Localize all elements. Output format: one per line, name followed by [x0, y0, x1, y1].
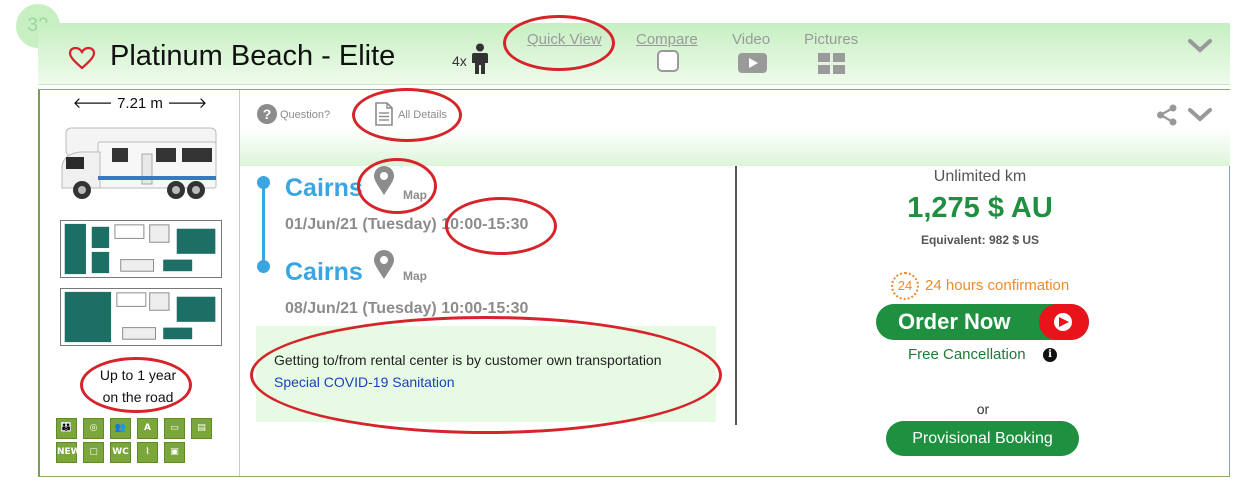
trip-timeline — [262, 182, 265, 268]
share-icon[interactable] — [1156, 104, 1178, 126]
tab-compare[interactable]: Compare — [636, 31, 698, 48]
chevron-down-icon[interactable] — [1188, 39, 1212, 53]
compare-checkbox-icon[interactable] — [657, 50, 679, 72]
occupancy-count: 4x — [452, 53, 467, 69]
question-link[interactable]: Question? — [280, 109, 330, 121]
pickup-date: 01/Jun/21 (Tuesday) — [285, 216, 437, 233]
tab-video-label: Video — [732, 31, 771, 48]
listing-title: Platinum Beach - Elite — [110, 40, 396, 72]
listing-header: Platinum Beach - Elite 4x Quick View Com… — [38, 23, 1230, 85]
confirmation-clock-icon: 24 — [891, 272, 919, 300]
confirmation-text: 24 hours confirmation — [925, 277, 1070, 294]
pickup-city: Cairns — [285, 174, 363, 202]
dropoff-map-link[interactable]: Map — [403, 269, 427, 283]
shower-icon[interactable]: ⌇ — [137, 442, 158, 463]
heart-icon[interactable] — [68, 46, 96, 70]
arrow-right-icon — [1039, 304, 1089, 340]
tab-quick-view[interactable]: Quick View — [527, 31, 602, 48]
map-pin-icon[interactable] — [373, 166, 395, 196]
map-pin-icon[interactable] — [373, 250, 395, 280]
vehicle-length: 🡐 7.21 m 🡒 — [40, 93, 240, 112]
chevron-down-icon[interactable] — [1188, 108, 1212, 122]
wc-icon[interactable]: WC — [110, 442, 131, 463]
floor-plan-day[interactable] — [60, 220, 222, 278]
all-details-link[interactable]: All Details — [398, 109, 447, 121]
free-cancellation: Free Cancellation — [908, 346, 1026, 363]
pickup-map-link[interactable]: Map — [403, 188, 427, 202]
rental-info-box: Getting to/from rental center is by cust… — [256, 326, 716, 422]
new-icon[interactable]: NEW — [56, 442, 81, 463]
tv-icon[interactable]: ▢ — [83, 442, 104, 463]
vehicle-icon[interactable]: ▣ — [164, 442, 185, 463]
person-icon — [472, 43, 488, 74]
camper-image[interactable] — [58, 126, 218, 204]
vehicle-length-value: 7.21 m — [117, 95, 163, 112]
column-divider — [735, 166, 737, 425]
camper-icon[interactable]: ▤ — [191, 418, 212, 439]
pickup-dot — [257, 176, 270, 189]
provisional-booking-button[interactable]: Provisional Booking — [886, 421, 1079, 456]
details-toolbar: ? Question? All Details — [240, 90, 1230, 166]
question-icon[interactable]: ? — [257, 104, 277, 124]
order-now-button[interactable]: Order Now — [876, 304, 1089, 340]
tab-pictures-label: Pictures — [804, 31, 859, 48]
floor-plan-night[interactable] — [60, 288, 222, 346]
pictures-icon[interactable] — [818, 53, 845, 74]
dropoff-dot — [257, 260, 270, 273]
pickup-datetime: 01/Jun/21 (Tuesday) 10:00-15:30 — [285, 216, 528, 234]
total-price: 1,275 $ AU — [907, 192, 1053, 224]
dropoff-city: Cairns — [285, 258, 363, 286]
dropoff-datetime: 08/Jun/21 (Tuesday) 10:00-15:30 — [285, 300, 529, 317]
info-icon[interactable]: i — [1043, 348, 1057, 362]
covid-sanitation-link[interactable]: Special COVID-19 Sanitation — [274, 374, 455, 390]
group-icon[interactable]: 👥 — [110, 418, 131, 439]
transport-note: Getting to/from rental center is by cust… — [274, 352, 662, 368]
road-age-note: Up to 1 year on the road — [99, 367, 177, 405]
listing-card: 🡐 7.21 m 🡒 Up to 1 year on the road 👪 ◎ … — [38, 89, 1230, 477]
order-now-label: Order Now — [898, 309, 1011, 334]
pickup-time: 10:00-15:30 — [441, 216, 529, 233]
price-equivalent: Equivalent: 982 $ US — [920, 233, 1040, 247]
video-icon[interactable] — [738, 53, 767, 73]
mileage-label: Unlimited km — [933, 168, 1027, 185]
arrow-left-icon: 🡐 — [72, 95, 113, 112]
automatic-icon[interactable]: A — [137, 418, 158, 439]
arrow-right-icon: 🡒 — [167, 95, 208, 112]
details-column: ? Question? All Details Cairns Map 01/Ju… — [240, 90, 1230, 476]
steering-icon[interactable]: ◎ — [83, 418, 104, 439]
vehicle-column: 🡐 7.21 m 🡒 Up to 1 year on the road 👪 ◎ … — [40, 90, 240, 476]
document-icon[interactable] — [374, 102, 394, 126]
or-separator: or — [976, 401, 990, 417]
family-icon[interactable]: 👪 — [56, 418, 77, 439]
bed-icon[interactable]: ▭ — [164, 418, 185, 439]
